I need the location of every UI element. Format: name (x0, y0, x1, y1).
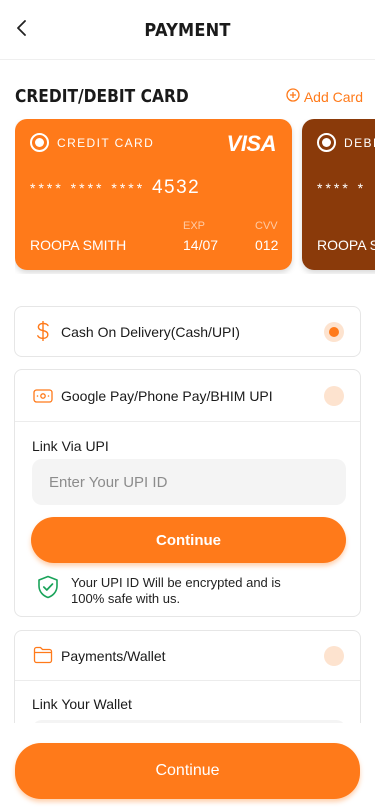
upi-radio[interactable] (324, 385, 344, 406)
add-card-button[interactable]: Add Card (286, 88, 363, 105)
continue-button[interactable]: Continue (15, 743, 360, 799)
upi-card-icon (32, 385, 54, 407)
secure-text: Your UPI ID Will be encrypted and is 100… (71, 575, 281, 606)
cod-radio-selected[interactable] (324, 321, 344, 342)
divider (15, 421, 360, 422)
wallet-label: Payments/Wallet (61, 647, 166, 664)
card-holder: ROOPA S (317, 237, 375, 253)
debit-card[interactable]: DEBI **** * ROOPA S (302, 119, 375, 270)
link-wallet-label: Link Your Wallet (32, 696, 132, 712)
add-card-label: Add Card (303, 88, 363, 105)
card-number-masked: **** **** **** (30, 180, 146, 196)
card-holder: ROOPA SMITH (30, 237, 127, 253)
cvv-value: 012 (255, 237, 279, 253)
upi-continue-button[interactable]: Continue (31, 517, 346, 563)
section-title: CREDIT/DEBIT CARD (15, 86, 189, 107)
card-type-label: CREDIT CARD (57, 136, 155, 150)
secure-note: Your UPI ID Will be encrypted and is 100… (37, 575, 311, 607)
cod-label: Cash On Delivery(Cash/UPI) (61, 323, 240, 340)
upi-label: Google Pay/Phone Pay/BHIM UPI (61, 387, 273, 404)
cvv-label: CVV (255, 220, 278, 232)
wallet-radio[interactable] (324, 645, 344, 666)
card-number: **** * (317, 177, 366, 199)
page-title: PAYMENT (144, 20, 231, 41)
header: PAYMENT (0, 0, 375, 60)
divider (15, 680, 360, 681)
shield-check-icon (37, 575, 59, 604)
card-carousel[interactable]: CREDIT CARD VISA **** **** **** 4532 ROO… (15, 119, 375, 274)
card-radio[interactable] (317, 133, 336, 152)
upi-id-input[interactable] (32, 459, 346, 505)
upi-option[interactable]: Google Pay/Phone Pay/BHIM UPI Link Via U… (14, 369, 361, 617)
link-via-upi-label: Link Via UPI (32, 438, 109, 454)
plus-circle-icon (286, 88, 300, 105)
cod-option[interactable]: Cash On Delivery(Cash/UPI) (14, 306, 361, 357)
exp-value: 14/07 (183, 237, 219, 253)
folder-icon (32, 644, 54, 666)
exp-label: EXP (183, 220, 206, 232)
dollar-icon (32, 320, 54, 342)
card-number-masked: **** * (317, 180, 367, 196)
bottom-bar: Continue (0, 723, 375, 812)
card-radio-selected[interactable] (30, 133, 49, 152)
card-number: **** **** **** 4532 (30, 177, 200, 199)
visa-logo: VISA (226, 131, 277, 156)
card-type-label: DEBI (344, 136, 375, 150)
credit-card[interactable]: CREDIT CARD VISA **** **** **** 4532 ROO… (15, 119, 292, 270)
card-number-last4: 4532 (151, 177, 201, 198)
